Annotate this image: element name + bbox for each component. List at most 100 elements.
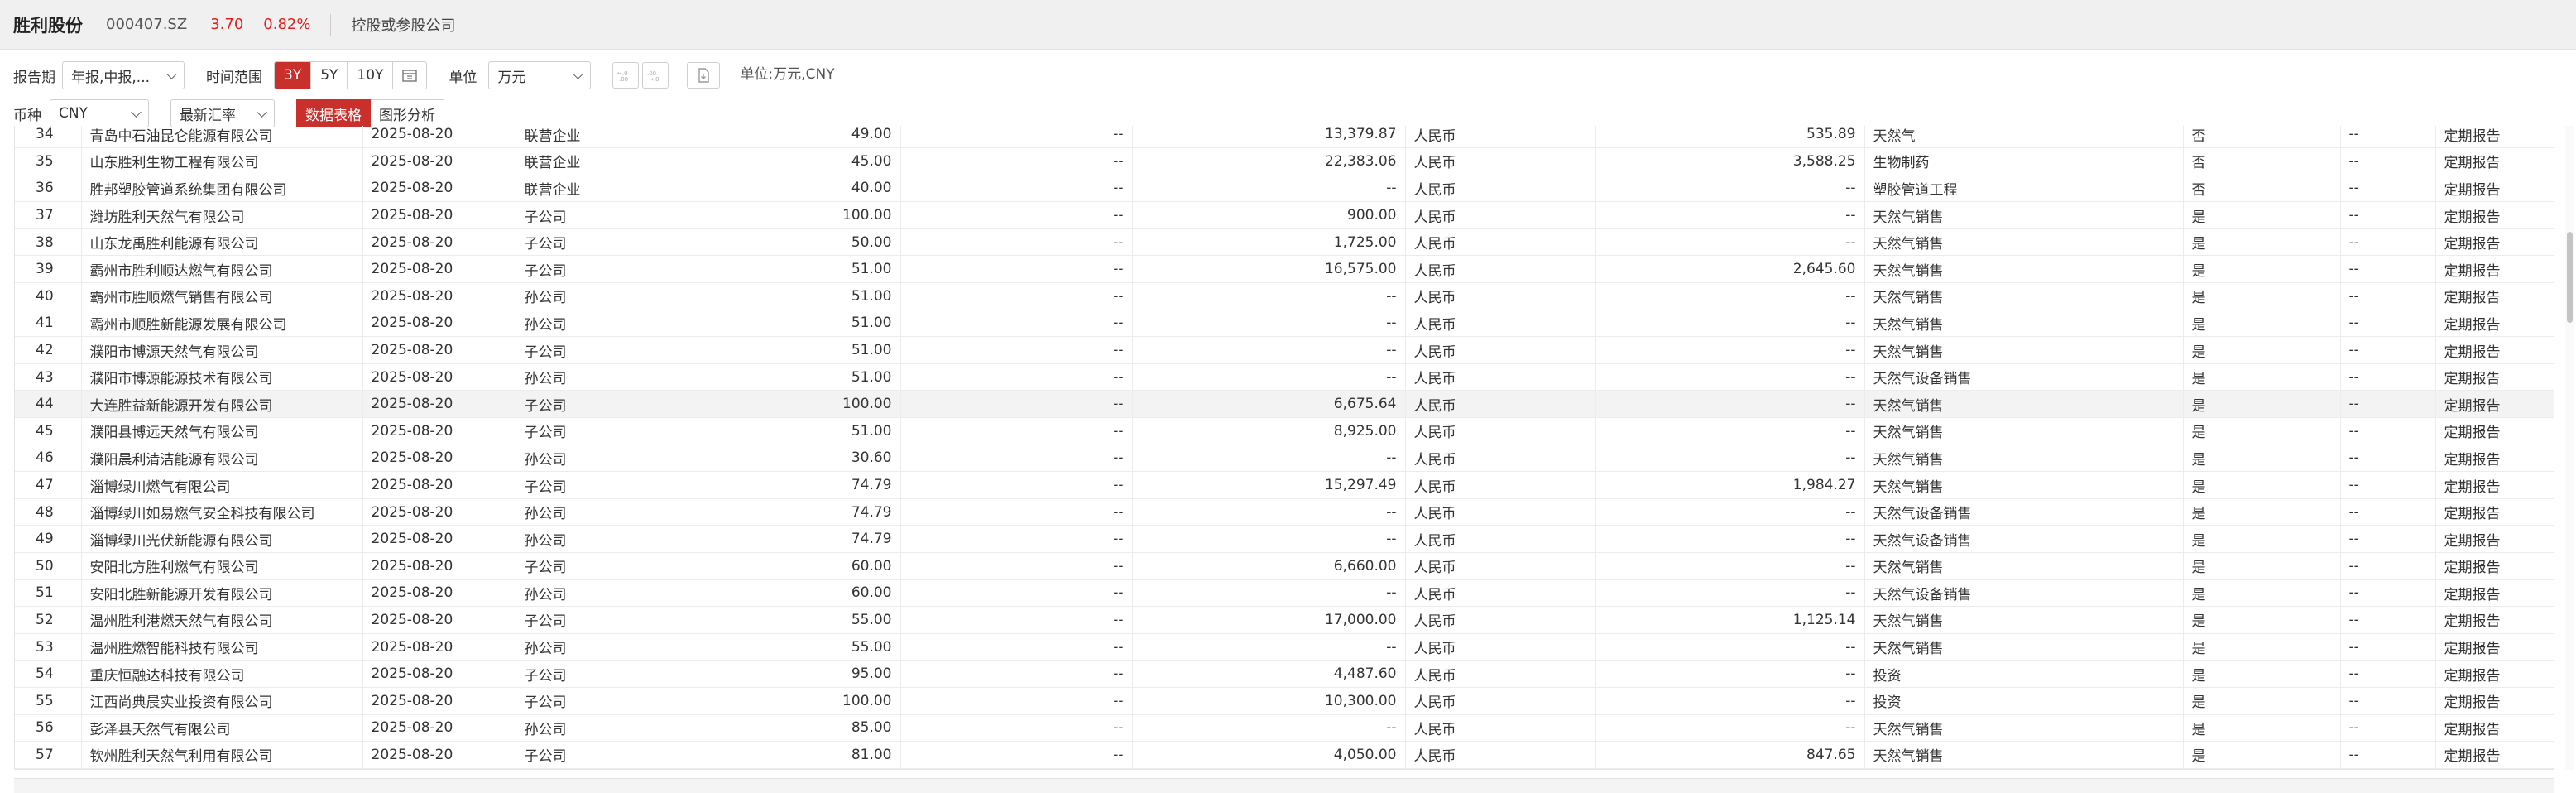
cell-consolidated: 是 [2183, 498, 2341, 526]
cell-investment-amount: -- [1132, 525, 1406, 553]
table-row[interactable]: 56 彭泽县天然气有限公司 2025-08-20 孙公司 85.00 -- -- 人民币 -- 天… [15, 714, 2554, 743]
cell-relationship: 子公司 [516, 201, 669, 229]
cell-relationship: 孙公司 [516, 363, 669, 392]
cell-investment-amount: -- [1132, 336, 1406, 364]
cell-voting-ratio: -- [900, 201, 1133, 229]
time-range-10y[interactable]: 10Y [348, 62, 394, 89]
table-row[interactable]: 38 山东龙禹胜利能源有限公司 2025-08-20 子公司 50.00 -- 1,725.… [15, 228, 2554, 257]
cell-remark: -- [2340, 552, 2436, 580]
cell-source: 定期报告 [2435, 417, 2554, 445]
table-row[interactable]: 43 濮阳市博源能源技术有限公司 2025-08-20 孙公司 51.00 -- -- 人民币… [15, 363, 2554, 392]
vertical-scrollbar[interactable] [2565, 126, 2574, 770]
export-icon[interactable] [687, 62, 721, 89]
cell-currency: 人民币 [1405, 525, 1596, 553]
tab-data-table[interactable]: 数据表格 [296, 99, 371, 127]
table-row[interactable]: 46 濮阳晨利清洁能源有限公司 2025-08-20 孙公司 30.60 -- -- 人民币 -… [15, 445, 2554, 473]
cell-main-business: 塑胶管道工程 [1864, 175, 2184, 203]
cell-currency: 人民币 [1405, 147, 1596, 175]
table-row[interactable]: 49 淄博绿川光伏新能源有限公司 2025-08-20 孙公司 74.79 -- -- 人民币… [15, 525, 2554, 553]
table-row[interactable]: 34 青岛中石油昆仑能源有限公司 2025-08-20 联营企业 49.00 -- 13,3… [15, 126, 2554, 149]
cell-holding-ratio: 60.00 [669, 579, 901, 608]
cell-holding-ratio: 40.00 [669, 175, 901, 203]
cell-consolidated: 是 [2183, 714, 2341, 743]
cell-main-business: 天然气销售 [1864, 552, 2184, 580]
cell-consolidated: 是 [2183, 525, 2341, 553]
cell-remark: -- [2340, 498, 2436, 526]
table-row[interactable]: 55 江西尚典晨实业投资有限公司 2025-08-20 子公司 100.00 -- 10,3… [15, 687, 2554, 715]
cell-main-business: 投资 [1864, 660, 2184, 688]
cell-company-name: 霸州市胜利顺达燃气有限公司 [81, 255, 363, 284]
cell-net-profit: -- [1595, 390, 1865, 419]
cell-voting-ratio: -- [900, 606, 1133, 634]
cell-report-date: 2025-08-20 [362, 687, 516, 715]
cell-relationship: 孙公司 [516, 633, 669, 661]
table-row[interactable]: 41 霸州市顺胜新能源发展有限公司 2025-08-20 孙公司 51.00 -- -- 人民… [15, 310, 2554, 338]
cell-voting-ratio: -- [900, 579, 1133, 608]
table-row[interactable]: 45 濮阳县博远天然气有限公司 2025-08-20 子公司 51.00 -- 8,925.… [15, 417, 2554, 445]
cell-currency: 人民币 [1405, 363, 1596, 392]
horizontal-scrollbar[interactable] [14, 778, 2554, 793]
cell-row-index: 52 [15, 606, 82, 634]
cell-currency: 人民币 [1405, 126, 1596, 149]
cell-consolidated: 是 [2183, 417, 2341, 445]
table-row[interactable]: 44 大连胜益新能源开发有限公司 2025-08-20 子公司 100.00 -- 6,67… [15, 390, 2554, 419]
cell-row-index: 54 [15, 660, 82, 688]
stock-price: 3.70 [210, 16, 244, 33]
table-row[interactable]: 37 潍坊胜利天然气有限公司 2025-08-20 子公司 100.00 -- 900.00… [15, 201, 2554, 229]
time-range-5y[interactable]: 5Y [311, 62, 348, 89]
cell-consolidated: 是 [2183, 579, 2341, 608]
cell-report-date: 2025-08-20 [362, 714, 516, 743]
chevron-down-icon [166, 68, 177, 79]
cell-relationship: 子公司 [516, 255, 669, 284]
header-divider [330, 13, 332, 36]
table-row[interactable]: 54 重庆恒融达科技有限公司 2025-08-20 子公司 95.00 -- 4,487.6… [15, 660, 2554, 688]
time-range-label: 时间范围 [206, 69, 262, 86]
table-row[interactable]: 39 霸州市胜利顺达燃气有限公司 2025-08-20 子公司 51.00 -- 16,57… [15, 255, 2554, 284]
table-row[interactable]: 47 淄博绿川燃气有限公司 2025-08-20 子公司 74.79 -- 15,297.4… [15, 471, 2554, 499]
table-row[interactable]: 35 山东胜利生物工程有限公司 2025-08-20 联营企业 45.00 -- 22,38… [15, 147, 2554, 175]
cell-consolidated: 否 [2183, 175, 2341, 203]
cell-holding-ratio: 100.00 [669, 201, 901, 229]
chevron-down-icon [257, 106, 267, 118]
report-period-select[interactable]: 年报,中报,... [62, 61, 185, 89]
cell-investment-amount: 13,379.87 [1132, 126, 1406, 149]
table-row[interactable]: 53 温州胜燃智能科技有限公司 2025-08-20 孙公司 55.00 -- -- 人民币 -… [15, 633, 2554, 661]
cell-report-date: 2025-08-20 [362, 579, 516, 608]
table-row[interactable]: 48 淄博绿川如易燃气安全科技有限公司 2025-08-20 孙公司 74.79 -- --… [15, 498, 2554, 526]
cell-report-date: 2025-08-20 [362, 633, 516, 661]
scrollbar-thumb[interactable] [2567, 232, 2573, 323]
exchange-rate-select[interactable]: 最新汇率 [170, 99, 275, 127]
cell-company-name: 濮阳市博源能源技术有限公司 [81, 363, 363, 392]
cell-investment-amount: -- [1132, 633, 1406, 661]
cell-net-profit: -- [1595, 714, 1865, 743]
tab-chart-analysis[interactable]: 图形分析 [371, 99, 444, 127]
cell-currency: 人民币 [1405, 552, 1596, 580]
cell-currency: 人民币 [1405, 579, 1596, 608]
table-row[interactable]: 36 胜邦塑胶管道系统集团有限公司 2025-08-20 联营企业 40.00 -- -- 人… [15, 175, 2554, 203]
cell-holding-ratio: 50.00 [669, 228, 901, 257]
cell-net-profit: -- [1595, 363, 1865, 392]
table-row[interactable]: 52 温州胜利港燃天然气有限公司 2025-08-20 子公司 55.00 -- 17,00… [15, 606, 2554, 634]
cell-main-business: 天然气销售 [1864, 255, 2184, 284]
decimal-decrease-icon[interactable]: ←.0.00 [612, 62, 640, 89]
cell-main-business: 天然气销售 [1864, 228, 2184, 257]
decimal-increase-icon[interactable]: .00 →.0 [642, 62, 669, 89]
table-row[interactable]: 51 安阳北胜新能源开发有限公司 2025-08-20 孙公司 60.00 -- -- 人民币… [15, 579, 2554, 608]
time-range-3y[interactable]: 3Y [275, 62, 312, 89]
cell-report-date: 2025-08-20 [362, 228, 516, 257]
cell-voting-ratio: -- [900, 498, 1133, 526]
table-row[interactable]: 50 安阳北方胜利燃气有限公司 2025-08-20 子公司 60.00 -- 6,660.… [15, 552, 2554, 580]
currency-select[interactable]: CNY [50, 99, 149, 127]
cell-main-business: 天然气 [1864, 126, 2184, 149]
cell-relationship: 孙公司 [516, 498, 669, 526]
cell-source: 定期报告 [2435, 471, 2554, 499]
table-row[interactable]: 40 霸州市胜顺燃气销售有限公司 2025-08-20 孙公司 51.00 -- -- 人民币… [15, 282, 2554, 310]
cell-source: 定期报告 [2435, 175, 2554, 203]
table-row[interactable]: 42 濮阳市博源天然气有限公司 2025-08-20 子公司 51.00 -- -- 人民币 -… [15, 336, 2554, 364]
report-period-value: 年报,中报,... [71, 69, 151, 86]
table-row[interactable]: 57 钦州胜利天然气利用有限公司 2025-08-20 子公司 81.00 -- 4,050… [15, 741, 2554, 769]
cell-source: 定期报告 [2435, 201, 2554, 229]
cell-remark: -- [2340, 660, 2436, 688]
unit-select[interactable]: 万元 [488, 61, 592, 89]
calendar-icon[interactable] [393, 62, 426, 89]
